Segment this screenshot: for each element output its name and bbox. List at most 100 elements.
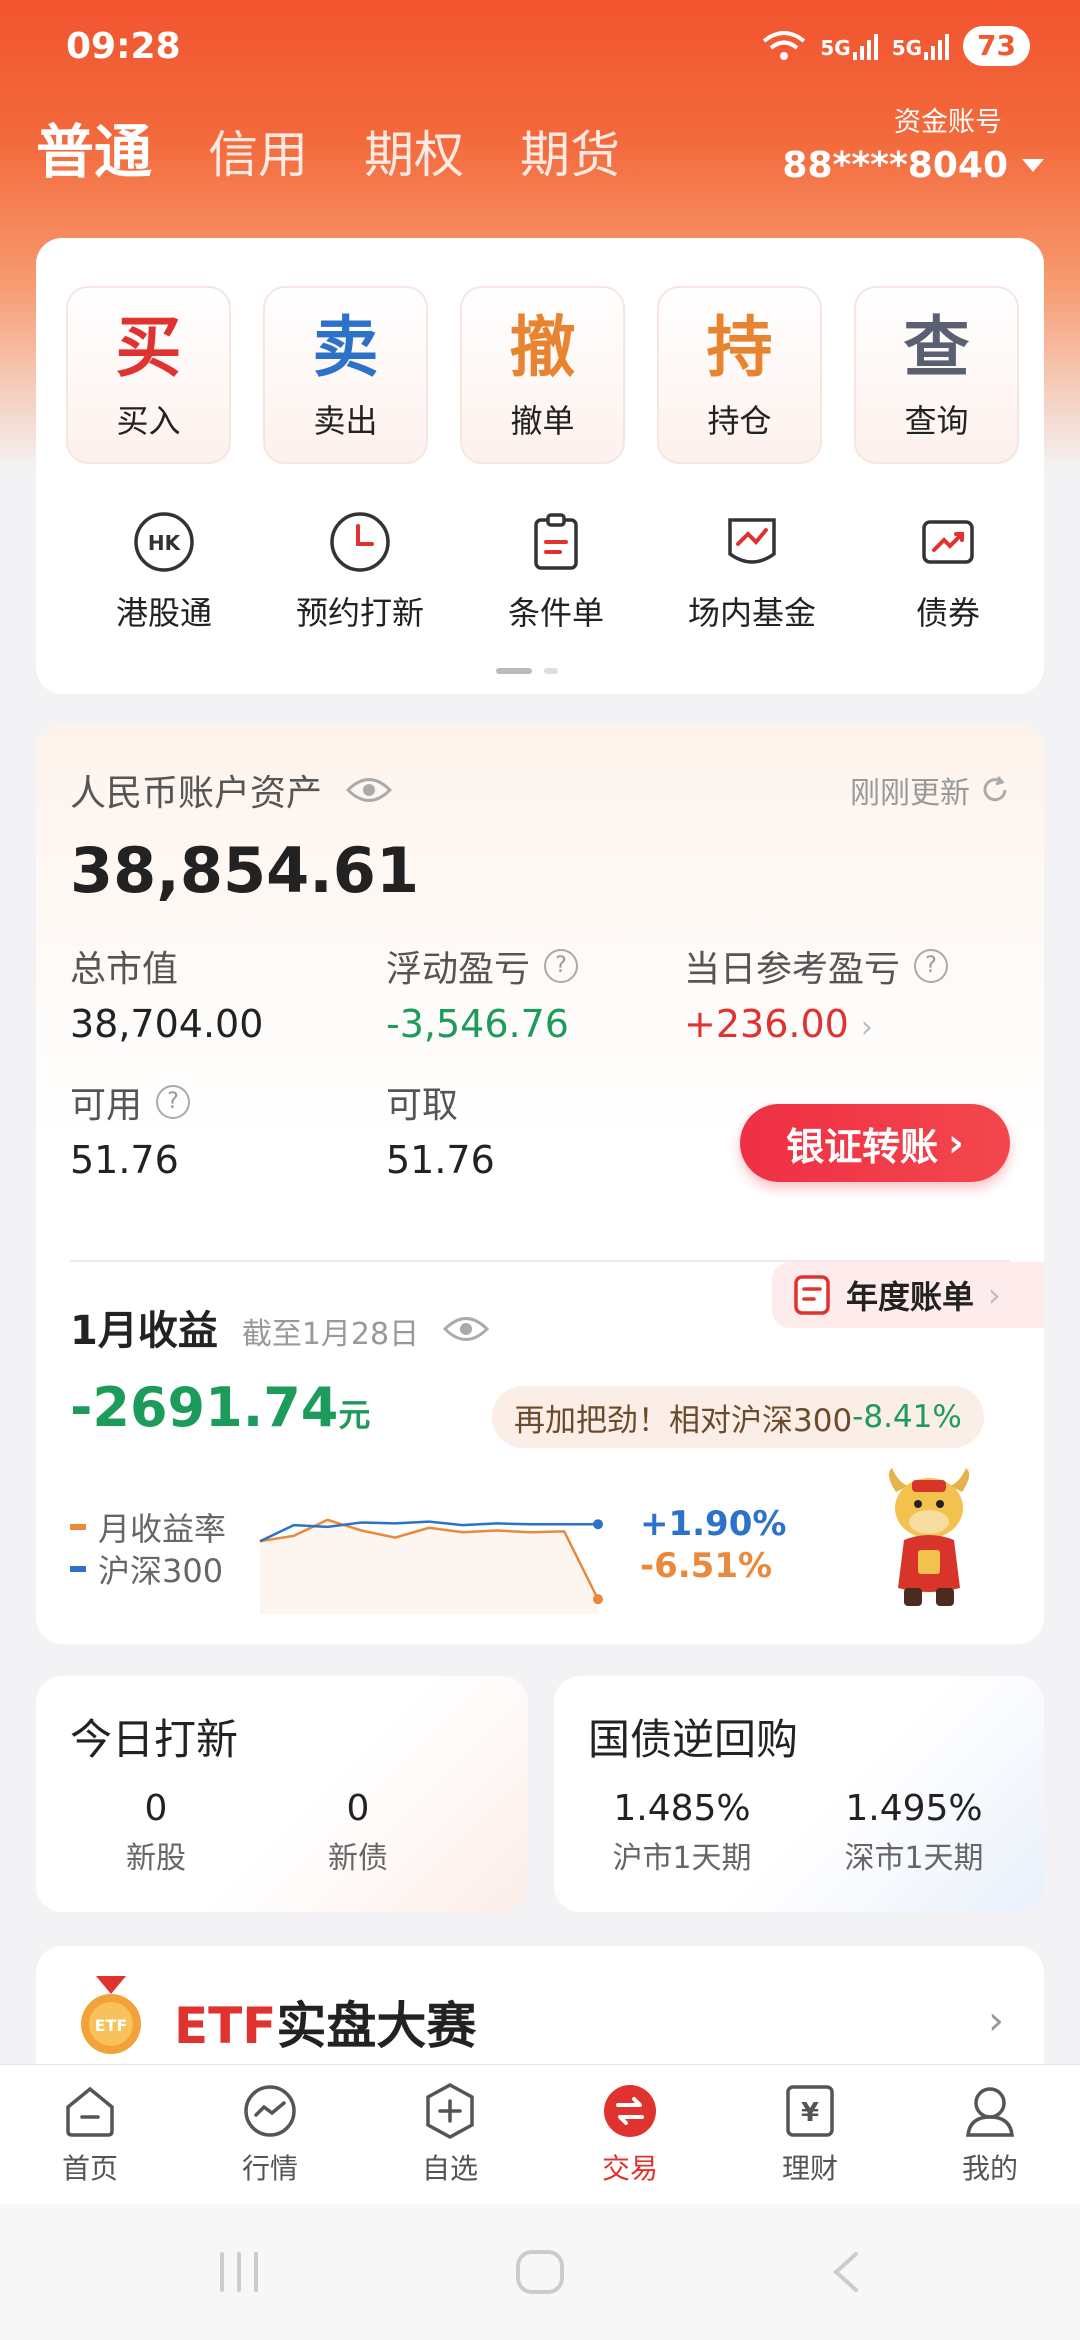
tab-home[interactable]: 首页 [0,2065,180,2204]
ipo-reservation-button[interactable]: 预约打新 [262,510,458,634]
conditional-order-label: 条件单 [507,594,604,632]
annual-bill-label: 年度账单 [846,1278,975,1316]
query-icon: 查 [903,309,970,386]
status-bar: 09:28 5G 5G 73 [0,0,1080,100]
fund-chart-icon [728,518,776,564]
fund-account-number-row: 88****8040 [782,145,1044,186]
watchlist-icon [426,2083,474,2139]
legend-rate-label: 月收益率 [98,1510,227,1548]
positions-label: 持仓 [707,402,772,440]
svg-text:¥: ¥ [801,2098,819,2128]
available-label: 可用 [70,1085,143,1126]
treasury-repo-card[interactable]: 国债逆回购 1.485% 沪市1天期 1.495% 深市1天期 [554,1676,1044,1912]
sell-button[interactable]: 卖 卖出 [263,286,428,464]
back-icon[interactable] [826,2248,866,2296]
account-type-tabs: 普通 信用 期权 期货 [36,105,620,189]
exchange-fund-button[interactable]: 场内基金 [654,510,850,634]
hk-connect-icon: HK [134,512,194,572]
help-icon[interactable]: ? [914,949,949,983]
tab-watchlist-label: 自选 [421,2152,478,2185]
available-stat: 可用? 51.76 [70,1076,191,1182]
profile-icon [966,2087,1014,2137]
daily-pl-label-row: 当日参考盈亏? [684,940,949,992]
hk-connect-button[interactable]: HK 港股通 [66,510,262,634]
refresh-button[interactable]: 刚刚更新 [850,768,1010,812]
refresh-text: 刚刚更新 [850,776,970,811]
wealth-icon: ¥ [786,2085,834,2137]
home-nav-icon[interactable] [514,2248,566,2296]
hk-connect-label: 港股通 [115,594,212,632]
eye-icon[interactable] [443,1314,490,1344]
recent-apps-icon[interactable] [214,2248,264,2296]
withdrawable: 51.76 [386,1138,495,1182]
annual-bill-button[interactable]: 年度账单 › [772,1262,1044,1328]
etf-badge-text: ETF [95,2016,128,2035]
tab-trade[interactable]: 交易 [540,2065,720,2204]
chevron-down-icon [1022,159,1044,172]
bank-transfer-label: 银证转账 [786,1124,939,1169]
tab-wealth[interactable]: ¥ 理财 [720,2065,900,2204]
help-icon[interactable]: ? [156,1085,191,1119]
sz-repo-cell[interactable]: 1.495% 深市1天期 [826,1788,1002,1877]
new-stock-cell[interactable]: 0 新股 [96,1788,216,1877]
encourage-value: -8.41% [852,1399,962,1435]
sh-repo-cell[interactable]: 1.485% 沪市1天期 [594,1788,770,1877]
chevron-right-icon: › [860,1010,873,1045]
sh-repo-label: 沪市1天期 [612,1841,752,1876]
clipboard-icon [534,513,578,570]
new-bond-cell[interactable]: 0 新债 [298,1788,418,1877]
asset-title: 人民币账户资产 [70,773,323,814]
primary-trade-buttons: 买 买入 卖 卖出 撤 撤单 持 持仓 查 查询 [66,286,1019,464]
svg-text:HK: HK [148,531,182,555]
fund-account-label: 资金账号 [894,107,1002,138]
buy-button[interactable]: 买 买入 [66,286,231,464]
bond-button[interactable]: 债券 [850,510,1046,634]
monthly-return-chart [259,1518,603,1614]
conditional-order-button[interactable]: 条件单 [458,510,654,634]
withdrawable-label: 可取 [386,1085,459,1126]
buy-icon: 买 [115,309,182,386]
fund-account-selector[interactable]: 资金账号 88****8040 [782,100,1044,186]
refresh-icon [983,776,1007,802]
series-end-point-monthly-rate [593,1594,603,1605]
eye-icon[interactable] [346,775,393,805]
market-value-stat: 总市值 38,704.00 [70,940,263,1046]
daily-pl-stat[interactable]: 当日参考盈亏? +236.00 › [684,940,949,1046]
tab-home-label: 首页 [61,2152,118,2185]
floating-pl-stat: 浮动盈亏? -3,546.76 [386,940,579,1046]
tab-profile[interactable]: 我的 [900,2065,1080,2204]
signal-indicator-2: 5G [892,32,950,60]
trade-icon [604,2085,656,2137]
positions-button[interactable]: 持 持仓 [657,286,822,464]
buy-label: 买入 [116,402,181,440]
market-value: 38,704.00 [70,1002,264,1046]
tab-credit[interactable]: 信用 [208,115,308,187]
tab-options[interactable]: 期权 [364,115,464,187]
tab-normal[interactable]: 普通 [36,105,152,189]
market-value-label: 总市值 [70,949,179,990]
today-ipo-card[interactable]: 今日打新 0 新股 0 新债 [36,1676,528,1912]
cancel-order-button[interactable]: 撤 撤单 [460,286,625,464]
help-icon[interactable]: ? [544,949,579,983]
today-ipo-title: 今日打新 [70,1715,239,1764]
exchange-fund-label: 场内基金 [687,594,816,632]
clock-icon [330,512,390,572]
tab-watchlist[interactable]: 自选 [360,2065,540,2204]
bank-transfer-button[interactable]: 银证转账 › [740,1104,1010,1182]
bill-icon [794,1275,830,1315]
bottom-tab-bar: 首页 行情 自选 交易 ¥ 理财 我的 [0,2064,1080,2204]
wifi-icon [763,31,806,60]
positions-icon: 持 [706,309,773,386]
query-button[interactable]: 查 查询 [854,286,1019,464]
tab-futures[interactable]: 期货 [520,115,620,187]
chevron-right-icon: › [988,1998,1004,2044]
withdrawable-stat: 可取 51.76 [386,1076,495,1182]
signal-type-1: 5G [820,36,851,60]
monthly-value-row: -2691.74元 [70,1376,370,1439]
asset-card: 人民币账户资产 刚刚更新 38,854.61 总市值 38,704.00 浮动盈… [36,724,1044,1644]
floating-pl-label-row: 浮动盈亏? [386,940,579,992]
rate-percent: -6.51% [640,1546,773,1586]
tab-market[interactable]: 行情 [180,2065,360,2204]
sell-icon: 卖 [312,309,379,386]
tab-wealth-label: 理财 [781,2152,838,2185]
